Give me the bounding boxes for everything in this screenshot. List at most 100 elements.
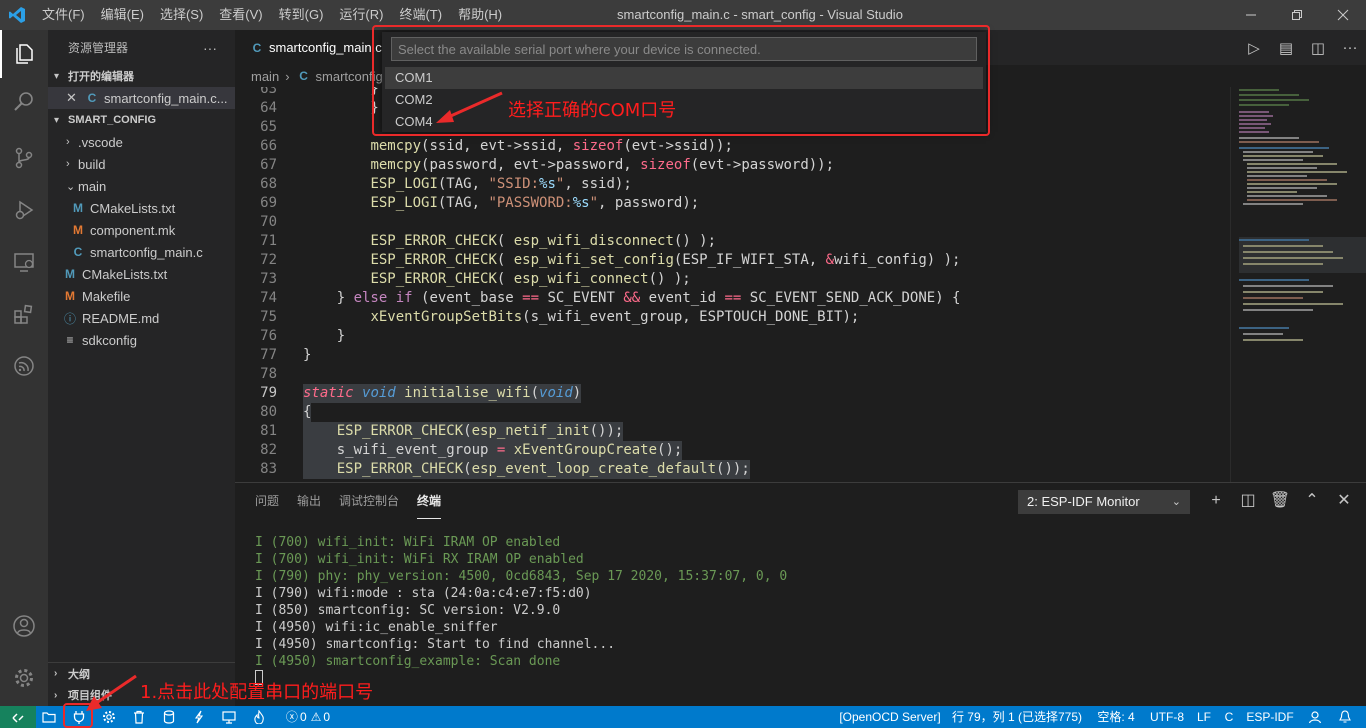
account-icon[interactable] [0,602,48,650]
espressif-icon[interactable] [0,342,48,390]
run-debug-icon[interactable] [0,186,48,234]
folder-main[interactable]: ⌄ main [48,175,235,197]
maximize-panel-icon[interactable]: ⌃ [1296,489,1328,513]
restore-icon[interactable] [1274,0,1320,30]
remote-explorer-icon[interactable] [0,238,48,286]
annotation-arrow-port [86,674,137,711]
language-mode[interactable]: C [1220,706,1238,728]
flash-icon[interactable] [188,706,210,728]
code-line: 81 ESP_ERROR_CHECK(esp_netif_init()); [260,422,624,441]
minimap[interactable] [1230,87,1366,482]
open-editor-item[interactable]: ✕ C smartconfig_main.c... [48,87,235,109]
add-terminal-icon[interactable]: + [1200,489,1232,513]
code-line: 68 ESP_LOGI(TAG, "SSID:%s", ssid); [260,176,632,192]
folder-vscode[interactable]: › .vscode [48,131,235,153]
more-actions-icon[interactable]: ··· [203,40,217,56]
source-control-icon[interactable] [0,134,48,182]
chevron-down-icon: ⌄ [1171,496,1181,508]
openocd-server-status[interactable]: [OpenOCD Server] [836,706,944,728]
file-makefile[interactable]: M Makefile [48,285,235,307]
minimize-icon[interactable] [1228,0,1274,30]
file-sdkconfig[interactable]: ≡ sdkconfig [48,329,235,351]
project-section[interactable]: ▾ SMART_CONFIG [48,109,235,131]
notifications-bell-icon[interactable] [1334,706,1356,728]
remote-icon[interactable] [0,706,36,728]
terminal-line: I (4950) smartconfig: Start to find chan… [255,637,616,652]
problems-indicator[interactable]: ⓧ 0 ⚠ 0 [280,706,336,728]
makefile-icon: M [65,289,75,303]
encoding[interactable]: UTF-8 [1146,706,1188,728]
vscode-logo-icon [0,0,34,30]
code-line: 83 ESP_ERROR_CHECK(esp_event_loop_create… [260,460,750,479]
open-editors-section[interactable]: ▾ 打开的编辑器 [48,65,235,87]
annotation-text-com: 选择正确的COM口号 [508,100,677,121]
terminal-line: I (850) smartconfig: SC version: V2.9.0 [255,603,561,618]
breadcrumb-folder[interactable]: main [251,69,279,84]
c-file-icon: C [73,245,83,259]
menu-view[interactable]: 查看(V) [211,0,270,30]
explorer-sidebar: 资源管理器 ··· ▾ 打开的编辑器 ✕ C smartconfig_main.c… [48,30,235,706]
manage-gear-icon[interactable] [0,654,48,702]
more-actions-icon[interactable]: ··· [1334,39,1366,56]
terminal-line: I (790) phy: phy_version: 4500, 0cd6843,… [255,569,788,584]
flame-icon[interactable] [248,706,270,728]
explorer-icon[interactable] [0,30,48,78]
folder-icon[interactable] [38,706,60,728]
code-line: 66 memcpy(ssid, evt->ssid, sizeof(evt->s… [260,138,733,154]
esp-idf-status[interactable]: ESP-IDF [1244,706,1296,728]
menu-selection[interactable]: 选择(S) [152,0,211,30]
file-component-mk[interactable]: Mcomponent.mk [48,219,235,241]
chevron-right-icon: › [66,158,70,170]
database-icon[interactable] [158,706,180,728]
search-icon[interactable] [0,78,48,126]
chevron-down-icon: ⌄ [66,180,76,193]
code-line: 80{ [260,403,312,422]
feedback-icon[interactable] [1304,706,1326,728]
code-line: 69 ESP_LOGI(TAG, "PASSWORD:%s", password… [260,195,700,211]
bottom-panel: 问题 输出 调试控制台 终端 2: ESP-IDF Monitor ⌄ + ◫ … [235,482,1366,706]
warning-icon: ⚠ [310,710,322,724]
code-line: 82 s_wifi_event_group = xEventGroupCreat… [260,441,683,460]
code-line: 74 } else if (event_base == SC_EVENT && … [260,290,961,306]
menu-file[interactable]: 文件(F) [34,0,93,30]
run-icon[interactable]: ▷ [1238,39,1270,57]
code-line: 73 ESP_ERROR_CHECK( esp_wifi_connect() )… [260,271,691,287]
indentation[interactable]: 空格: 4 [1092,706,1140,728]
file-root-cmakelists[interactable]: M CMakeLists.txt [48,263,235,285]
cursor-position[interactable]: 行 79，列 1 (已选择775) [950,706,1084,728]
terminal-line: I (4950) smartconfig_example: Scan done [255,654,561,669]
c-file-icon: C [252,40,262,55]
code-editor[interactable]: 63 } 64 } 65 66 memcpy(ssid, evt->ssid, … [235,87,1230,482]
info-icon: ⓘ [63,311,76,326]
split-editor-icon[interactable]: ◫ [1302,39,1334,57]
close-editor-icon[interactable]: ✕ [66,90,84,106]
end-of-line[interactable]: LF [1193,706,1215,728]
monitor-icon[interactable] [218,706,240,728]
terminal-select[interactable]: 2: ESP-IDF Monitor ⌄ [1018,490,1190,514]
file-readme[interactable]: ⓘ README.md [48,307,235,329]
folder-build[interactable]: › build [48,153,235,175]
split-terminal-icon[interactable]: ◫ [1232,489,1264,513]
file-main-cmakelists[interactable]: M CMakeLists.txt [48,197,235,219]
extensions-icon[interactable] [0,290,48,338]
terminal-line: I (700) wifi_init: WiFi RX IRAM OP enabl… [255,552,584,567]
tab-debug-console[interactable]: 调试控制台 [339,483,399,519]
open-preview-icon[interactable]: ▤ [1270,39,1302,57]
code-line: 71 ESP_ERROR_CHECK( esp_wifi_disconnect(… [260,233,717,249]
code-line: 67 memcpy(password, evt->password, sizeo… [260,157,835,173]
close-panel-icon[interactable]: ✕ [1328,489,1360,513]
trash-icon[interactable]: 🗑 [1264,489,1296,513]
code-line: 70 [260,214,277,230]
menu-edit[interactable]: 编辑(E) [93,0,152,30]
cmake-file-icon: M [73,201,83,215]
annotation-arrow-com [436,91,503,123]
terminal-line: I (700) wifi_init: WiFi IRAM OP enabled [255,535,561,550]
tab-output[interactable]: 输出 [297,483,321,519]
file-smartconfig-main[interactable]: Csmartconfig_main.c [48,241,235,263]
tab-problems[interactable]: 问题 [255,483,279,519]
chevron-right-icon: › [66,136,70,148]
project-label: SMART_CONFIG [68,114,156,126]
menu-go[interactable]: 转到(G) [271,0,332,30]
tab-terminal[interactable]: 终端 [417,483,442,519]
close-icon[interactable] [1320,0,1366,30]
